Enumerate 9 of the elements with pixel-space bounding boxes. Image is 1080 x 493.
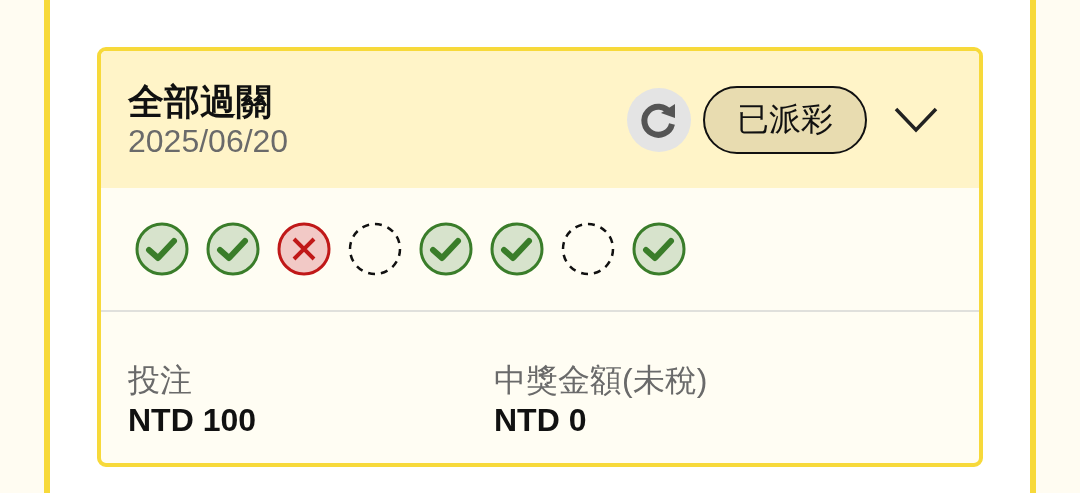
amount-value: NTD 100 xyxy=(128,401,258,440)
bet-title: 全部過關 xyxy=(128,80,273,123)
amount-label: 投注 xyxy=(128,361,193,400)
expand-button[interactable] xyxy=(893,105,939,134)
amount-label: 中獎金額(未稅) xyxy=(494,361,709,400)
bet-date: 2025/06/20 xyxy=(128,122,290,159)
status-badge: 已派彩 xyxy=(703,85,867,154)
amount-value: NTD 0 xyxy=(494,401,588,440)
chevron-icon xyxy=(893,105,939,134)
